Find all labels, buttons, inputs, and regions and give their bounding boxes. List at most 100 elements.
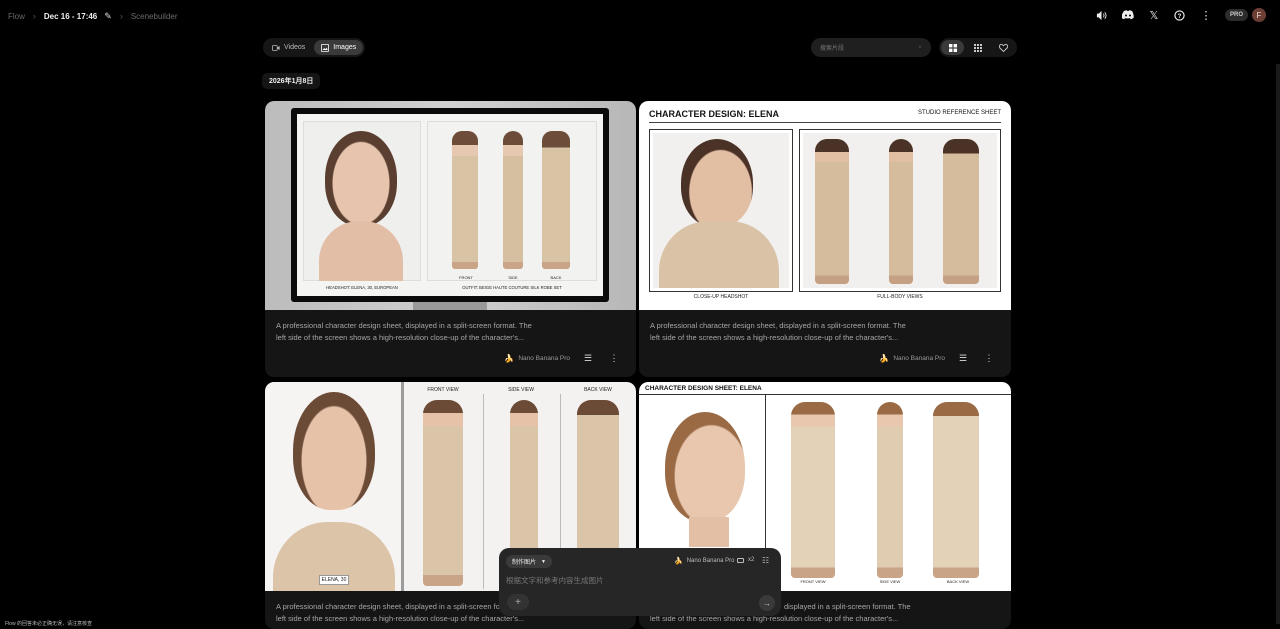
chevron-right-icon: ›: [32, 11, 36, 21]
aspect-ratio-icon: [737, 557, 744, 563]
description-line: left side of the screen shows a high-res…: [650, 332, 899, 342]
date-group-label: 2026年1月8日: [262, 73, 321, 89]
chevron-right-icon: ›: [119, 11, 123, 21]
full-body-figure: [452, 131, 478, 269]
banana-icon: 🍌: [879, 353, 890, 363]
grid-small-view-button[interactable]: [966, 40, 989, 55]
caption-left: CLOSE-UP HEADSHOT: [693, 294, 749, 300]
view-label-back: BACK: [550, 275, 562, 280]
image-description: A professional character design sheet, d…: [650, 320, 940, 343]
model-name: Nano Banana Pro: [518, 354, 570, 362]
media-type-tabs: Videos Images: [263, 38, 366, 57]
more-options-button[interactable]: ⋮: [606, 350, 622, 366]
image-icon: [321, 43, 330, 52]
help-icon[interactable]: ?: [1173, 8, 1187, 22]
full-body-figure: [815, 139, 849, 284]
headshot-illustration: [681, 139, 753, 227]
model-tag: 🍌 Nano Banana Pro: [504, 354, 570, 363]
description-line: A professional character design sheet, d…: [276, 321, 532, 330]
sheet-subtitle: STUDIO REFERENCE SHEET: [917, 110, 1001, 116]
send-button[interactable]: →: [759, 595, 775, 611]
image-description: A professional character design sheet, d…: [276, 320, 566, 343]
grid-large-view-button[interactable]: [941, 40, 965, 55]
grid-small-icon: [973, 43, 982, 52]
view-label-side: SIDE VIEW: [508, 387, 534, 393]
discord-icon[interactable]: [1121, 8, 1135, 22]
reuse-prompt-button[interactable]: ☰: [955, 350, 971, 366]
view-label-front: FRONT VIEW: [800, 579, 826, 584]
add-reference-button[interactable]: +: [507, 594, 529, 610]
caption-right: FULL-BODY VIEWS: [877, 294, 923, 300]
top-actions: 𝕏 ? ⋮ PRO F: [1095, 8, 1266, 22]
disclaimer: Flow 的回答未必正确无误，请注意核查: [5, 621, 92, 627]
banana-icon: 🍌: [674, 558, 683, 565]
prompt-input[interactable]: 根据文字和参考内容生成图片: [506, 575, 604, 586]
generated-image[interactable]: CHARACTER DESIGN: ELENA STUDIO REFERENCE…: [639, 101, 1011, 310]
view-label-back: BACK VIEW: [584, 387, 612, 393]
view-label-front: FRONT: [459, 275, 473, 280]
breadcrumb-section[interactable]: Scenebuilder: [131, 12, 178, 21]
full-body-figure: [943, 139, 979, 284]
headshot-illustration: [665, 412, 745, 522]
tab-videos[interactable]: Videos: [265, 40, 312, 55]
x-logo-icon[interactable]: 𝕏: [1147, 8, 1161, 22]
description-line: displayed in a split-screen format. The: [784, 602, 911, 611]
headshot-illustration: [325, 131, 397, 226]
view-label-back: BACK VIEW: [946, 579, 970, 584]
full-body-figure: [877, 402, 903, 578]
top-bar: Flow › Dec 16 - 17:46 ✎ › Scenebuilder: [0, 0, 1280, 32]
volume-icon[interactable]: [1095, 8, 1109, 22]
pro-badge: PRO: [1224, 9, 1248, 21]
tab-images-label: Images: [333, 44, 357, 51]
image-card[interactable]: CHARACTER DESIGN: ELENA STUDIO REFERENCE…: [639, 101, 1011, 377]
view-label-side: SIDE: [508, 275, 518, 280]
more-vert-icon[interactable]: ⋮: [1199, 8, 1213, 22]
card-footer: 🍌 Nano Banana Pro ☰ ⋮: [504, 350, 622, 366]
sheet-title: CHARACTER DESIGN SHEET: ELENA: [645, 385, 762, 392]
svg-text:?: ?: [1178, 12, 1182, 19]
image-card[interactable]: FRONT SIDE BACK HEADSHOT: ELENA, 30, EUR…: [265, 101, 636, 377]
model-name: Nano Banana Pro: [686, 558, 735, 564]
caption-right: OUTFIT: BEIGE HAUTE COUTURE SILK ROBE SE…: [462, 285, 562, 290]
breadcrumb-app[interactable]: Flow: [8, 12, 25, 21]
card-footer: 🍌 Nano Banana Pro ☰ ⋮: [879, 350, 997, 366]
sheet-title: CHARACTER DESIGN: ELENA: [649, 109, 780, 119]
model-name: Nano Banana Pro: [893, 354, 945, 362]
description-line: A professional character design sheet, d…: [650, 321, 906, 330]
search-input[interactable]: 搜索片段 ⌕: [811, 38, 931, 57]
full-body-figure: [542, 131, 570, 269]
full-body-figure: [933, 402, 979, 578]
view-label-side: SIDE VIEW: [879, 579, 901, 584]
caret-down-icon: ▼: [541, 558, 546, 565]
caption-left: HEADSHOT: ELENA, 30, EUROPEAN: [326, 285, 398, 290]
settings-sliders-icon[interactable]: ☷: [762, 556, 769, 565]
full-body-figure: [423, 400, 463, 586]
tab-videos-label: Videos: [284, 44, 306, 51]
model-tag: 🍌 Nano Banana Pro: [879, 354, 945, 363]
output-count: x2: [748, 557, 755, 563]
full-body-figure: [791, 402, 835, 578]
grid-large-icon: [948, 43, 957, 52]
edit-pencil-icon[interactable]: ✎: [104, 11, 112, 22]
search-icon: ⌕: [918, 43, 922, 51]
banana-icon: 🍌: [504, 353, 515, 363]
view-toggle: [939, 38, 1017, 57]
model-selector[interactable]: 🍌 Nano Banana Pro: [674, 557, 734, 565]
more-options-button[interactable]: ⋮: [981, 350, 997, 366]
search-placeholder: 搜索片段: [820, 46, 845, 52]
caption-left: ELENA, 30: [319, 575, 349, 585]
mode-label: 制作图片: [512, 560, 537, 566]
mode-dropdown[interactable]: 制作图片 ▼: [506, 555, 552, 568]
headshot-illustration: [293, 392, 375, 510]
tab-images[interactable]: Images: [314, 40, 364, 55]
avatar[interactable]: F: [1252, 8, 1266, 22]
favorites-button[interactable]: [992, 40, 1015, 55]
breadcrumb-project[interactable]: Dec 16 - 17:46: [44, 12, 97, 21]
generated-image[interactable]: FRONT SIDE BACK HEADSHOT: ELENA, 30, EUR…: [265, 101, 636, 310]
reuse-prompt-button[interactable]: ☰: [580, 350, 596, 366]
scrollbar[interactable]: [1276, 64, 1280, 624]
description-line: left side of the screen shows a high-res…: [276, 332, 525, 342]
full-body-figure: [889, 139, 913, 284]
heart-icon: [998, 43, 1008, 52]
output-count-selector[interactable]: x2: [737, 557, 754, 563]
